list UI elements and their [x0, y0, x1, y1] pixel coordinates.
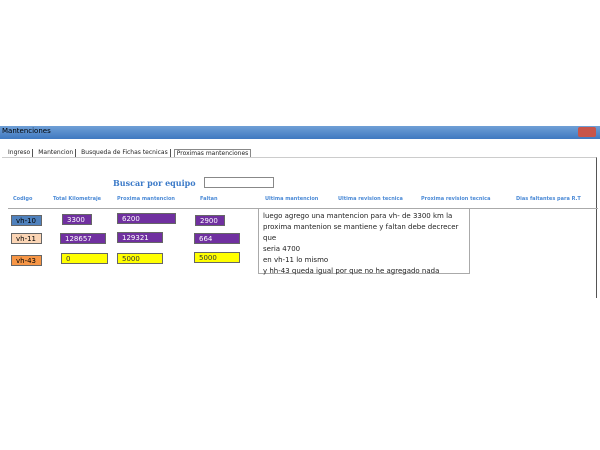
header-dias-faltantes: Dias faltantes para R.T — [516, 196, 581, 202]
header-faltan: Faltan — [200, 196, 218, 202]
tab-proximas-mantenciones[interactable]: Proximas mantenciones — [173, 149, 252, 157]
code-cell[interactable]: vh-10 — [11, 215, 42, 226]
note-textbox[interactable]: luego agrego una mantencion para vh- de … — [258, 208, 470, 275]
tab-busqueda[interactable]: Busqueda de Fichas tecnicas — [79, 149, 171, 157]
note-line: y hh-43 queda igual por que no he agrega… — [263, 267, 440, 275]
tab-mantencion[interactable]: Mantencion — [36, 149, 77, 157]
search-input[interactable] — [204, 177, 274, 188]
title-bar — [0, 126, 600, 139]
left-cell[interactable]: 664 — [194, 233, 240, 244]
next-cell[interactable]: 6200 — [117, 213, 176, 224]
header-proxima-mantencion: Proxima mantencion — [117, 196, 175, 202]
km-cell[interactable]: 3300 — [62, 214, 92, 225]
next-cell[interactable]: 5000 — [117, 253, 163, 264]
code-cell[interactable]: vh-11 — [11, 233, 42, 244]
note-line: en vh-11 lo mismo — [263, 256, 329, 264]
note-line: seria 4700 — [263, 245, 301, 253]
km-cell[interactable]: 0 — [61, 253, 108, 264]
note-line: proxima mantenion se mantiene y faltan d… — [263, 223, 459, 242]
left-cell[interactable]: 5000 — [194, 252, 240, 263]
note-line: luego agrego una mantencion para vh- de … — [263, 212, 453, 220]
header-ultima-mantencion: Ultima mantencion — [265, 196, 319, 202]
header-codigo: Codigo — [13, 196, 33, 202]
window-title: Mantenciones — [2, 127, 51, 135]
tab-ingreso[interactable]: Ingreso — [6, 149, 34, 157]
next-cell[interactable]: 129321 — [117, 232, 163, 243]
tab-strip: Ingreso Mantencion Busqueda de Fichas te… — [6, 149, 252, 157]
km-cell[interactable]: 128657 — [60, 233, 106, 244]
close-button[interactable] — [578, 127, 596, 137]
search-label: Buscar por equipo — [113, 178, 196, 188]
header-proxima-revision: Proxima revision tecnica — [421, 196, 491, 202]
code-cell[interactable]: vh-43 — [11, 255, 42, 266]
left-cell[interactable]: 2900 — [195, 215, 225, 226]
header-ultima-revision: Ultima revision tecnica — [338, 196, 403, 202]
header-total-km: Total Kilometraje — [53, 196, 102, 202]
